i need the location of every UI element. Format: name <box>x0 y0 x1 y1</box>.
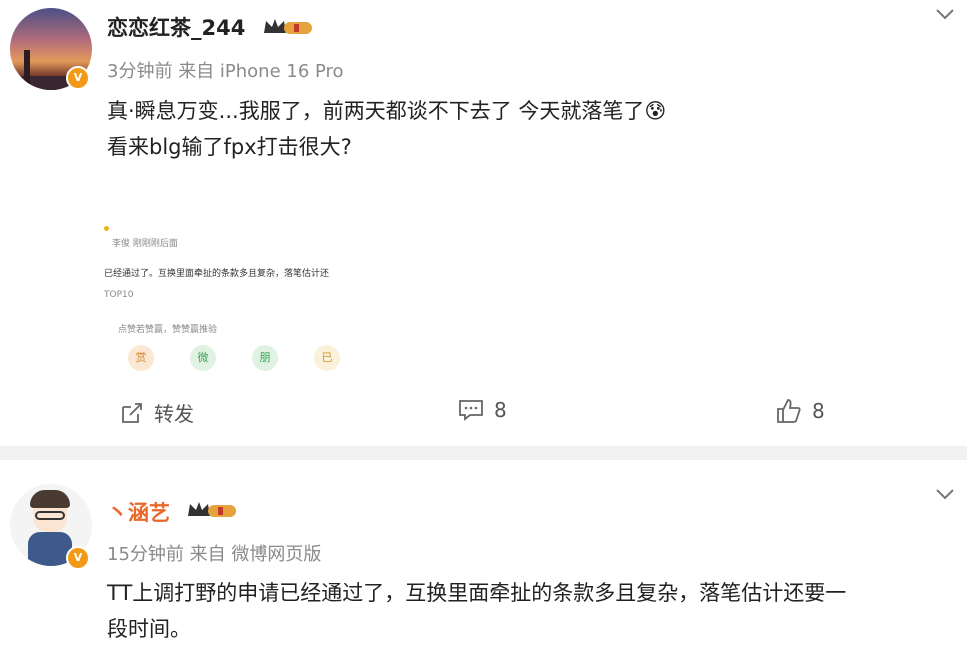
thumb-wechat-icon: 微 <box>190 345 216 371</box>
post-text: 真·瞬息万变...我服了，前两天都谈不下去了 今天就落笔了😰 看来blg输了fp… <box>107 93 666 165</box>
thumb-line-a: 李俊 刚刚刚后面 <box>112 239 178 249</box>
thumb-moments-icon: 朋 <box>252 345 278 371</box>
like-count: 8 <box>812 399 825 423</box>
post-image-thumbnail[interactable]: 李俊 刚刚刚后面 已经通过了。互换里面牵扯的条款多且复杂，落笔估计还 TOP10… <box>104 210 394 385</box>
thumb-dot-icon <box>104 226 109 231</box>
repost-icon <box>122 402 142 423</box>
comment-count: 8 <box>494 398 507 422</box>
repost-button[interactable]: 转发 <box>120 398 194 427</box>
thumb-line-d: 点赞若赞赢，赞赞赢推验 <box>118 325 218 335</box>
avatar-hair <box>30 490 70 508</box>
avatar-tower <box>24 50 30 84</box>
thumb-reward-icon: 赏 <box>128 345 154 371</box>
chevron-down-icon[interactable] <box>935 4 955 25</box>
username-2[interactable]: 丶涵艺 <box>107 497 170 527</box>
weibo-post-1: V 恋恋红茶_244 3分钟前 来自 iPhone 16 Pro 真·瞬息万变.… <box>0 0 967 446</box>
post-text-2: TT上调打野的申请已经通过了，互换里面牵扯的条款多且复杂，落笔估计还要一 段时间… <box>107 575 952 647</box>
emoji-icon: 😰 <box>644 99 667 123</box>
post-source-2: 来自 微博网页版 <box>189 544 322 565</box>
comment-icon <box>459 400 483 421</box>
comment-button[interactable]: 8 <box>458 398 507 422</box>
avatar-glasses <box>35 511 65 520</box>
post-text-line-2: 看来blg输了fpx打击很大? <box>107 135 352 159</box>
post-text-line-1: 真·瞬息万变...我服了，前两天都谈不下去了 今天就落笔了 <box>107 99 645 123</box>
verified-badge-icon: V <box>66 66 90 90</box>
post-divider <box>0 446 967 460</box>
post2-text-line-1: TT上调打野的申请已经通过了，互换里面牵扯的条款多且复杂，落笔估计还要一 <box>107 581 847 605</box>
post-meta-2: 15分钟前 来自 微博网页版 <box>107 540 321 566</box>
chevron-down-icon-2[interactable] <box>935 484 955 505</box>
like-button[interactable]: 8 <box>776 398 825 424</box>
post2-text-line-2: 段时间。 <box>107 617 191 641</box>
repost-label: 转发 <box>154 402 194 426</box>
post-time[interactable]: 3分钟前 <box>107 61 172 82</box>
vip-crown-icon[interactable] <box>262 17 314 37</box>
thumb-done-icon: 已 <box>314 345 340 371</box>
verified-badge-icon-2: V <box>66 546 90 570</box>
vip-crown-icon-2[interactable] <box>186 500 238 520</box>
thumb-line-c: TOP10 <box>104 290 134 300</box>
thumb-line-b: 已经通过了。互换里面牵扯的条款多且复杂，落笔估计还 <box>104 269 330 279</box>
thumbs-up-icon <box>777 399 801 423</box>
username[interactable]: 恋恋红茶_244 <box>107 12 245 42</box>
post-source: 来自 iPhone 16 Pro <box>178 61 344 82</box>
post-time-2[interactable]: 15分钟前 <box>107 544 184 565</box>
post-meta: 3分钟前 来自 iPhone 16 Pro <box>107 57 344 83</box>
